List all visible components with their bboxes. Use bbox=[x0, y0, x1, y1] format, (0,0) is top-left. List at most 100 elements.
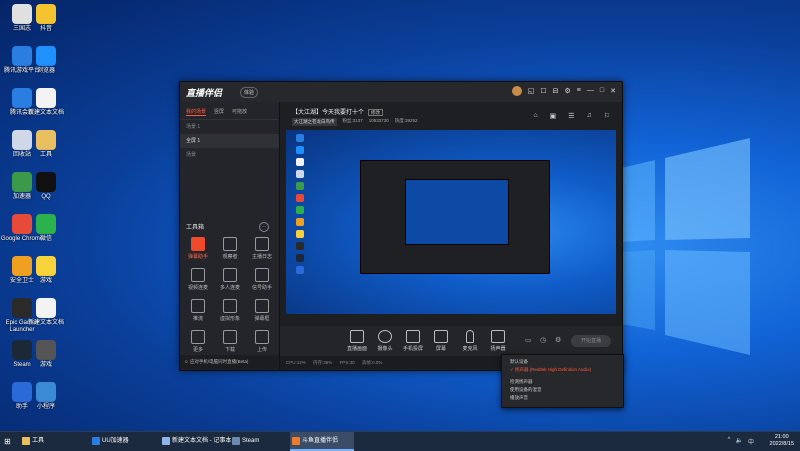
clock[interactable]: 21:00 2022/8/15 bbox=[770, 434, 794, 448]
window-icon[interactable]: ☐ bbox=[540, 87, 546, 96]
tool-icon bbox=[191, 299, 205, 313]
share-icon[interactable]: ⚐ bbox=[604, 112, 610, 120]
taskbar-item[interactable]: 新建文本文档 - 记事本 bbox=[160, 432, 231, 451]
taskbar-app-icon bbox=[232, 437, 240, 445]
start-live-button[interactable]: 开始直播 bbox=[571, 335, 611, 347]
desktop-icon-label: 微信 bbox=[39, 236, 52, 242]
timer-icon[interactable]: ◷ bbox=[540, 336, 546, 344]
tab-dragdrop[interactable]: 可拖放 bbox=[232, 108, 247, 116]
desktop-icon[interactable]: 浏览器 bbox=[24, 46, 68, 75]
more-icon[interactable]: ··· bbox=[259, 222, 269, 232]
scene-item-active[interactable]: 全屏 1 bbox=[180, 134, 279, 148]
phone-cast-button[interactable]: 手机投屏 bbox=[398, 330, 428, 352]
app-icon bbox=[36, 214, 56, 234]
tool-button[interactable]: 多人连麦 bbox=[214, 268, 246, 291]
desktop-icon[interactable]: 抖音 bbox=[24, 4, 68, 33]
tool-icon bbox=[255, 237, 269, 251]
tool-label: 视频连麦 bbox=[187, 285, 208, 291]
tool-button[interactable]: 主播日志 bbox=[246, 237, 278, 260]
cpu-stat: CPU:12% bbox=[286, 360, 306, 365]
main-toolbar: ⌂ ▣ ☰ ♫ ⚐ bbox=[533, 112, 610, 120]
room-category[interactable]: 大江湖之苍龙白鸟传 bbox=[292, 118, 337, 126]
menu-item-default-device[interactable]: 默认设备 bbox=[502, 358, 623, 366]
taskbar-app-icon bbox=[292, 437, 300, 445]
camera-button[interactable]: 摄像头 bbox=[370, 330, 400, 352]
app-icon bbox=[36, 130, 56, 150]
menu-icon[interactable]: ≡ bbox=[577, 87, 581, 96]
list-icon[interactable]: ☰ bbox=[568, 112, 574, 120]
desktop-icon[interactable]: 小程序 bbox=[24, 382, 68, 411]
tool-button[interactable]: 下载 bbox=[214, 330, 246, 353]
avatar[interactable] bbox=[511, 86, 522, 96]
add-scene-button[interactable]: 直播画面 bbox=[342, 330, 372, 352]
title-bar[interactable]: 直播伴侣 体验 ◱ ☐ ⊟ ⚙ ≡ — □ ✕ bbox=[180, 82, 622, 102]
app-icon bbox=[36, 46, 56, 66]
tool-button[interactable]: 更多 bbox=[182, 330, 214, 353]
desktop-icon[interactable]: 工具 bbox=[24, 130, 68, 159]
stream-preview[interactable] bbox=[286, 130, 616, 314]
desktop-icon[interactable]: QQ bbox=[24, 172, 68, 201]
home-icon[interactable]: ⌂ bbox=[533, 112, 537, 120]
tool-button[interactable]: 观察者 bbox=[214, 237, 246, 260]
taskbar-item[interactable]: 斗鱼直播伴侣 bbox=[290, 432, 354, 451]
tool-label: 下载 bbox=[224, 347, 235, 353]
scene-item[interactable]: 场景 1 bbox=[180, 120, 279, 134]
desktop-icon-label: QQ bbox=[41, 194, 51, 200]
tool-button[interactable]: 弹幕框 bbox=[246, 299, 278, 322]
screen-icon[interactable]: ◱ bbox=[528, 87, 535, 96]
menu-item-realtek-speaker[interactable]: ✓ 扬声器 (Realtek High Definition Audio) bbox=[502, 366, 623, 374]
taskbar-item-label: 斗鱼直播伴侣 bbox=[302, 438, 339, 444]
screen-button[interactable]: 屏幕 bbox=[426, 330, 456, 352]
gift-icon[interactable]: ▣ bbox=[550, 112, 557, 120]
menu-item-play-sound[interactable]: 播放声音 bbox=[502, 394, 623, 402]
tool-button[interactable]: 推流 bbox=[182, 299, 214, 322]
minimize-icon[interactable]: — bbox=[587, 87, 594, 96]
record-icon[interactable]: ▭ bbox=[525, 336, 532, 344]
microphone-button[interactable]: 麦克风 bbox=[455, 330, 485, 352]
settings-gear-icon[interactable]: ⚙ bbox=[555, 336, 561, 344]
desktop-icon[interactable]: 游戏 bbox=[24, 256, 68, 285]
desktop-icon[interactable]: 微信 bbox=[24, 214, 68, 243]
tool-icon bbox=[191, 268, 205, 282]
tab-scenes[interactable]: 我的场景 bbox=[186, 108, 207, 116]
tool-label: 多人连麦 bbox=[219, 285, 240, 291]
taskbar-item[interactable]: Steam bbox=[230, 432, 284, 451]
start-button[interactable]: ⊞ bbox=[0, 432, 16, 451]
taskbar-item[interactable]: UU加速器 bbox=[90, 432, 154, 451]
edit-title-button[interactable]: 修改 bbox=[368, 109, 384, 116]
room-title-text[interactable]: 【大江湖】今天我要打十个 bbox=[292, 110, 364, 116]
menu-item-device-mix[interactable]: 使用设备的混音 bbox=[502, 386, 623, 394]
dual-stream-notice[interactable]: ☺ 应对手机/电脑同时直播(Beta) bbox=[180, 355, 279, 369]
tool-button[interactable]: 信号助手 bbox=[246, 268, 278, 291]
settings-icon[interactable]: ⚙ bbox=[565, 87, 571, 96]
speaker-icon bbox=[491, 330, 505, 343]
tray-expand-icon[interactable]: ^ bbox=[728, 437, 731, 446]
tool-icon bbox=[191, 330, 205, 344]
scene-item[interactable]: 场景 bbox=[180, 148, 279, 162]
taskbar-item-label: 工具 bbox=[32, 438, 45, 444]
speaker-button[interactable]: 扬声器 bbox=[483, 330, 513, 352]
tool-label: 虚拟形象 bbox=[219, 316, 240, 322]
music-icon[interactable]: ♫ bbox=[586, 112, 591, 120]
desktop-icon[interactable]: 新建文本文档 bbox=[24, 298, 68, 327]
menu-item-test-speaker[interactable]: 检测扬声器 bbox=[502, 378, 623, 386]
taskbar: ⊞ 工具 UU加速器 新建文本文档 - 记事本 Steam 斗鱼直播伴侣 ^ 🔈 中 2… bbox=[0, 431, 800, 451]
tool-icon bbox=[255, 299, 269, 313]
tool-button[interactable]: 弹幕助手 bbox=[182, 237, 214, 260]
layout-icon[interactable]: ⊟ bbox=[553, 87, 559, 96]
tool-button[interactable]: 虚拟形象 bbox=[214, 299, 246, 322]
maximize-icon[interactable]: □ bbox=[600, 87, 604, 96]
version-badge[interactable]: 体验 bbox=[240, 87, 259, 98]
tool-button[interactable]: 视频连麦 bbox=[182, 268, 214, 291]
desktop-icon[interactable]: 新建文本文档 bbox=[24, 88, 68, 117]
tab-vertical[interactable]: 竖屏 bbox=[214, 108, 224, 116]
tool-icon bbox=[255, 268, 269, 282]
close-icon[interactable]: ✕ bbox=[610, 87, 616, 96]
app-logo: 直播伴侣 bbox=[186, 88, 223, 98]
taskbar-item[interactable]: 工具 bbox=[20, 432, 84, 451]
ime-icon[interactable]: 中 bbox=[748, 437, 754, 446]
desktop-icon[interactable]: 游戏 bbox=[24, 340, 68, 369]
taskbar-app-icon bbox=[162, 437, 170, 445]
tool-button[interactable]: 上传 bbox=[246, 330, 278, 353]
volume-icon[interactable]: 🔈 bbox=[736, 437, 743, 446]
